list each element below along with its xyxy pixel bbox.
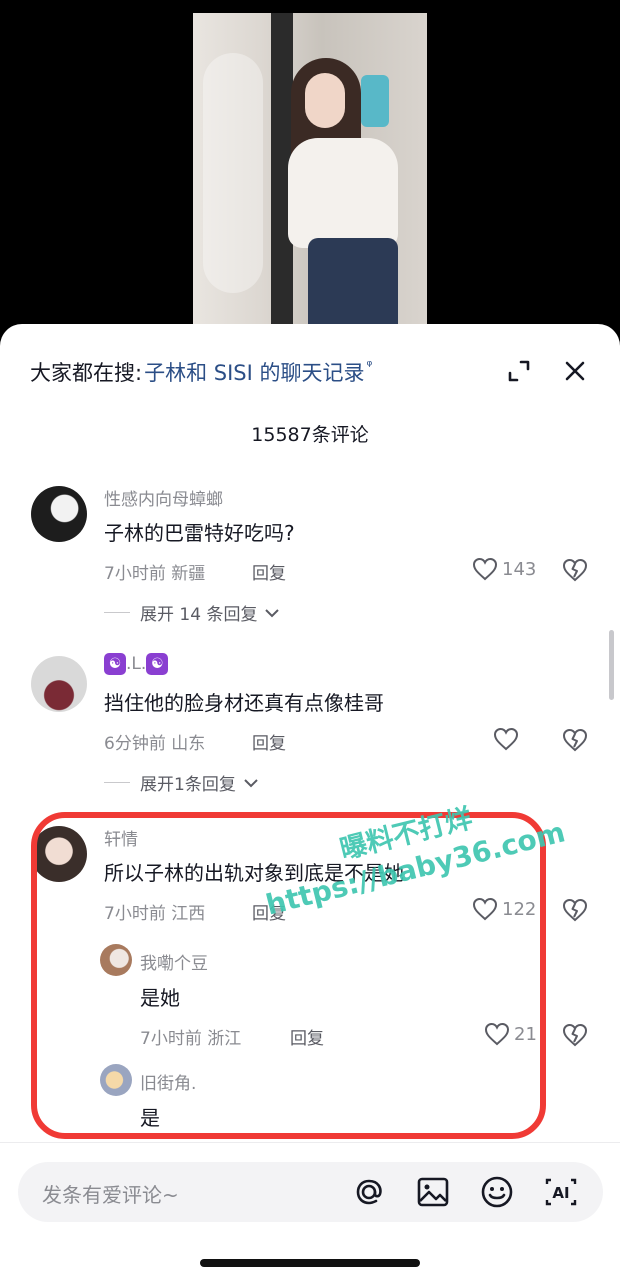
heart-icon — [493, 727, 519, 751]
yin-yang-icon: ☯ — [104, 653, 126, 675]
trending-search-term[interactable]: 子林和 SISI 的聊天记录 — [144, 357, 364, 387]
avatar[interactable] — [100, 944, 132, 976]
like-button[interactable] — [493, 727, 523, 751]
trending-search-prefix: 大家都在搜: — [30, 361, 143, 385]
ai-icon[interactable]: AI — [542, 1173, 580, 1211]
comment-username[interactable]: 轩情 — [104, 825, 138, 850]
like-button[interactable]: 21 — [484, 1022, 537, 1046]
mirror-reflection — [203, 53, 263, 293]
video-player[interactable] — [0, 0, 620, 340]
comment-time-location: 7小时前 江西 — [104, 904, 206, 924]
comment-input[interactable]: 发条有爱评论~ AI — [18, 1162, 603, 1222]
video-frame[interactable] — [193, 13, 427, 333]
person-top — [288, 138, 398, 248]
divider — [0, 1142, 620, 1143]
phone — [361, 75, 389, 127]
reply-username[interactable]: 我嘞个豆 — [140, 949, 208, 974]
yin-yang-icon: ☯ — [146, 653, 169, 675]
trending-search[interactable]: 大家都在搜: 子林和 SISI 的聊天记录 ᵠ — [30, 354, 372, 390]
expand-replies-label: 展开 14 条回复 — [140, 605, 258, 625]
dislike-icon[interactable] — [562, 728, 588, 756]
dislike-icon[interactable] — [562, 558, 588, 586]
reply-time-location: 7小时前 浙江 — [140, 1029, 242, 1049]
reply-button[interactable]: 回复 — [252, 729, 286, 754]
comment-username[interactable]: ☯ .L. ☯ — [104, 653, 169, 675]
mention-icon[interactable] — [350, 1173, 388, 1211]
avatar[interactable] — [31, 486, 87, 542]
ai-label: AI — [552, 1184, 569, 1202]
comment-input-placeholder: 发条有爱评论~ — [42, 1183, 179, 1207]
like-count: 143 — [502, 558, 537, 580]
chevron-down-icon — [244, 778, 258, 787]
emoji-icon[interactable] — [478, 1173, 516, 1211]
home-indicator[interactable] — [200, 1259, 420, 1267]
chevron-down-icon — [265, 608, 280, 617]
heart-icon — [472, 897, 498, 921]
comment-time-location: 6分钟前 山东 — [104, 734, 206, 754]
expand-replies-button[interactable]: 展开1条回复 — [104, 770, 260, 795]
heart-icon — [484, 1022, 510, 1046]
username-text: .L. — [126, 654, 147, 674]
dislike-icon[interactable] — [562, 898, 588, 926]
comment-count: 15587条评论 — [251, 424, 369, 446]
like-button[interactable]: 143 — [472, 557, 536, 581]
dislike-icon[interactable] — [562, 1023, 588, 1051]
comment-item: 轩情 所以子林的出轨对象到底是不是她 7小时前 江西 回复 122 我嘞个豆 是… — [0, 820, 620, 1150]
reply-text[interactable]: 是 — [140, 1102, 160, 1131]
expand-replies-button[interactable]: 展开 14 条回复 — [104, 600, 281, 625]
divider — [104, 782, 130, 783]
comment-text[interactable]: 挡住他的脸身材还真有点像桂哥 — [104, 687, 384, 716]
heart-icon — [472, 557, 498, 581]
reply-button[interactable]: 回复 — [252, 559, 286, 584]
avatar[interactable] — [31, 656, 87, 712]
person-jeans — [308, 238, 398, 333]
avatar[interactable] — [100, 1064, 132, 1096]
expand-icon[interactable] — [504, 356, 534, 386]
comment-item: ☯ .L. ☯ 挡住他的脸身材还真有点像桂哥 6分钟前 山东 回复 展开1条回复 — [0, 650, 620, 800]
expand-replies-label: 展开1条回复 — [140, 775, 236, 795]
image-icon[interactable] — [414, 1173, 452, 1211]
comment-item: 性感内向母蟑螂 子林的巴雷特好吃吗? 7小时前 新疆 回复 143 展开 14 … — [0, 480, 620, 630]
comment-time-location: 7小时前 新疆 — [104, 564, 206, 584]
close-icon[interactable] — [560, 356, 590, 386]
divider — [104, 612, 130, 613]
comment-username[interactable]: 性感内向母蟑螂 — [104, 485, 223, 510]
comment-text[interactable]: 子林的巴雷特好吃吗? — [104, 517, 295, 546]
person-face — [305, 73, 345, 128]
search-icon: ᵠ — [366, 358, 373, 374]
reply-text[interactable]: 是她 — [140, 982, 180, 1011]
reply-button[interactable]: 回复 — [290, 1024, 324, 1049]
like-count: 122 — [502, 898, 537, 920]
reply-username[interactable]: 旧街角. — [140, 1069, 196, 1094]
like-button[interactable]: 122 — [472, 897, 536, 921]
like-count: 21 — [514, 1023, 537, 1045]
avatar[interactable] — [31, 826, 87, 882]
comments-sheet: 大家都在搜: 子林和 SISI 的聊天记录 ᵠ 15587条评论 性感内向母蟑螂… — [0, 324, 620, 1280]
